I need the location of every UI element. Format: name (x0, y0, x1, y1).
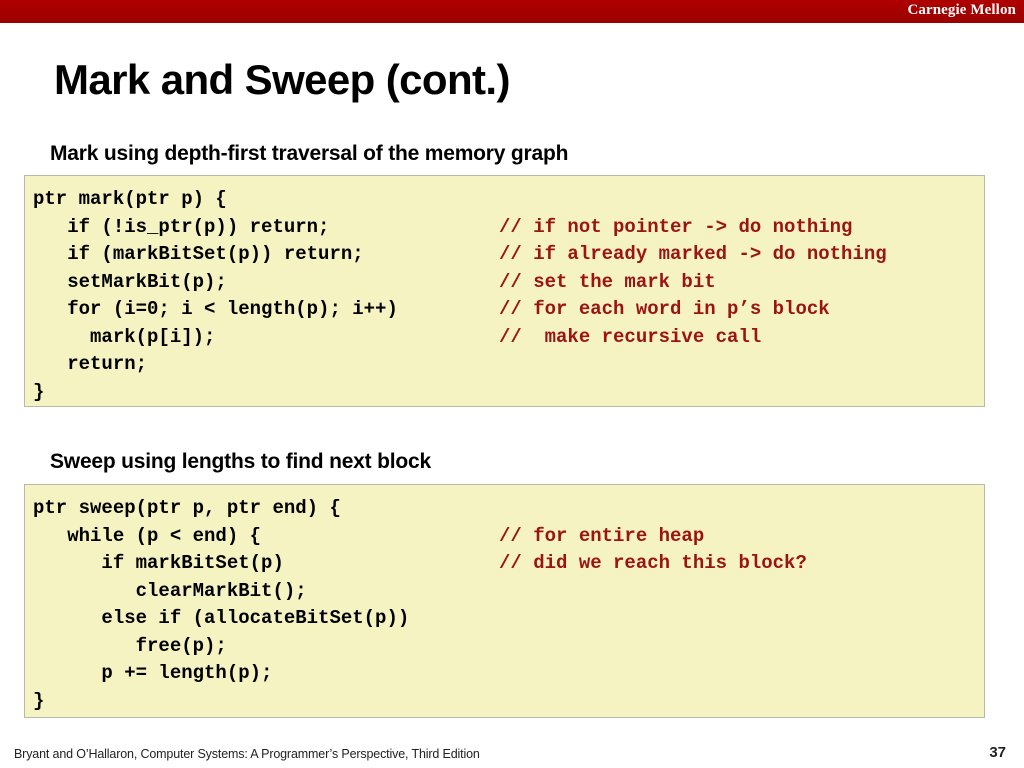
code-source-text: ptr sweep(ptr p, ptr end) { (33, 497, 341, 519)
code-line: return; (33, 351, 984, 379)
code-comment-text: // if not pointer -> do nothing (499, 215, 853, 238)
code-source-text: else if (allocateBitSet(p)) (33, 607, 410, 629)
code-source-text: mark(p[i]); (33, 325, 216, 348)
code-line: mark(p[i]); // make recursive call (33, 324, 984, 352)
code-line: ptr sweep(ptr p, ptr end) { (33, 495, 984, 523)
code-line: } (33, 379, 984, 407)
code-line: ptr mark(ptr p) { (33, 186, 984, 214)
section-heading-sweep: Sweep using lengths to find next block (50, 450, 431, 473)
code-source-text: clearMarkBit(); (33, 579, 307, 602)
footer-citation: Bryant and O’Hallaron, Computer Systems:… (14, 747, 480, 761)
code-source-text: free(p); (33, 634, 227, 657)
code-line: p += length(p); (33, 660, 984, 688)
brand-band: Carnegie Mellon (0, 0, 1024, 23)
code-source-text: while (p < end) { (33, 524, 262, 547)
code-source-text: setMarkBit(p); (33, 270, 227, 293)
code-line: for (i=0; i < length(p); i++) // for each… (33, 296, 984, 324)
section-heading-mark: Mark using depth-first traversal of the … (50, 142, 569, 165)
code-lines-sweep: ptr sweep(ptr p, ptr end) { while (p < e… (25, 485, 984, 715)
code-line: if markBitSet(p) // did we reach this blo… (33, 550, 984, 578)
code-comment-text: // make recursive call (499, 325, 762, 348)
code-lines-mark: ptr mark(ptr p) { if (!is_ptr(p)) return… (25, 176, 984, 406)
code-line: if (!is_ptr(p)) return; // if not pointer… (33, 214, 984, 242)
code-block-sweep: ptr sweep(ptr p, ptr end) { while (p < e… (24, 484, 985, 718)
code-line: free(p); (33, 633, 984, 661)
code-source-text: if (markBitSet(p)) return; (33, 243, 364, 265)
code-comment-text: // for each word in p’s block (499, 298, 830, 320)
brand-name-label: Carnegie Mellon (907, 2, 1016, 18)
code-comment-text: // did we reach this block? (499, 552, 807, 574)
code-line: if (markBitSet(p)) return; // if already … (33, 241, 984, 269)
code-source-text: if (!is_ptr(p)) return; (33, 215, 330, 238)
code-source-text: } (33, 689, 45, 712)
code-line: } (33, 688, 984, 716)
page-number: 37 (989, 744, 1006, 761)
code-comment-text: // set the mark bit (499, 270, 716, 293)
code-comment-text: // if already marked -> do nothing (499, 243, 887, 265)
code-source-text: p += length(p); (33, 662, 273, 684)
code-line: setMarkBit(p); // set the mark bit (33, 269, 984, 297)
code-source-text: } (33, 380, 45, 403)
code-source-text: for (i=0; i < length(p); i++) (33, 298, 398, 320)
code-source-text: if markBitSet(p) (33, 552, 284, 574)
code-line: while (p < end) { // for entire heap (33, 523, 984, 551)
code-line: clearMarkBit(); (33, 578, 984, 606)
code-source-text: return; (33, 353, 148, 375)
code-line: else if (allocateBitSet(p)) (33, 605, 984, 633)
code-comment-text: // for entire heap (499, 524, 705, 547)
page-title: Mark and Sweep (cont.) (54, 56, 510, 103)
code-block-mark: ptr mark(ptr p) { if (!is_ptr(p)) return… (24, 175, 985, 407)
code-source-text: ptr mark(ptr p) { (33, 188, 227, 210)
